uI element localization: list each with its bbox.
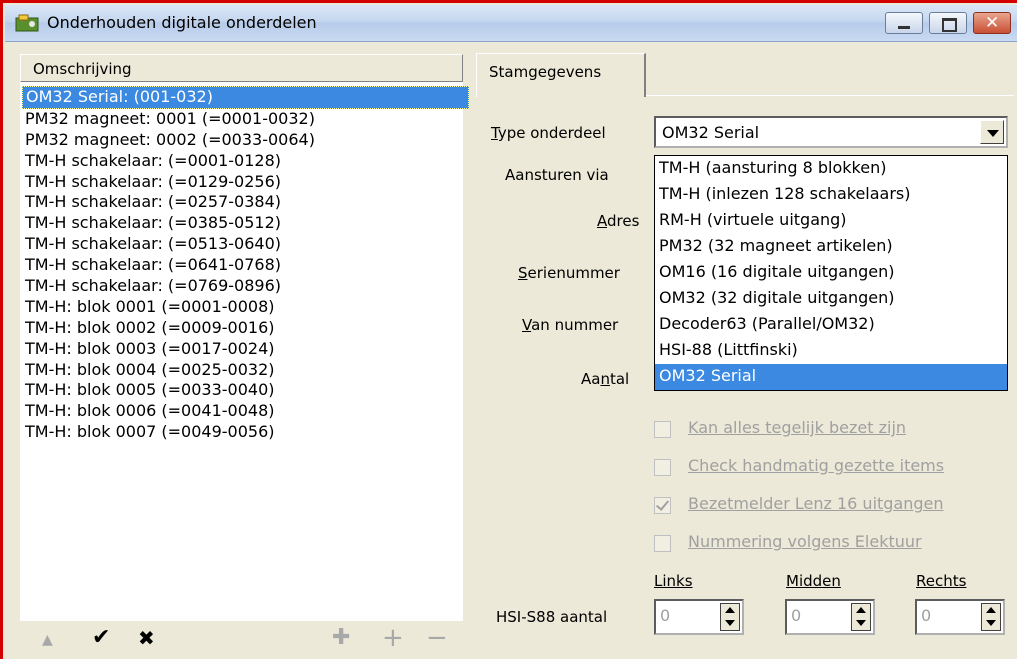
column-header-omschrijving[interactable]: Omschrijving (20, 54, 463, 82)
checkbox-label: Nummering volgens Elektuur (688, 532, 922, 551)
rechts-label: Rechts (916, 572, 967, 590)
serienummer-label: Serienummer (518, 264, 620, 282)
close-icon: ✕ (985, 13, 1000, 33)
dropdown-option[interactable]: RM-H (virtuele uitgang) (655, 208, 1007, 234)
aansturen-label: Aansturen via (505, 166, 609, 184)
cancel-button[interactable]: ✖ (138, 625, 155, 651)
list-toolbar: ▲ ✔ ✖ ✚ + − (20, 620, 463, 655)
list-item[interactable]: OM32 Serial: (001-032) (22, 86, 469, 109)
dropdown-option[interactable]: OM32 Serial (655, 364, 1007, 390)
checkbox-label: Kan alles tegelijk bezet zijn (688, 418, 907, 437)
chevron-down-icon[interactable] (980, 120, 1004, 144)
list-item[interactable]: TM-H schakelaar: (=0769-0896) (22, 276, 461, 297)
list-item[interactable]: TM-H: blok 0002 (=0009-0016) (22, 318, 461, 339)
dropdown-option[interactable]: OM32 (32 digitale uitgangen) (655, 286, 1007, 312)
van-nummer-label: Van nummer (522, 316, 619, 334)
type-dropdown-list[interactable]: TM-H (aansturing 8 blokken) TM-H (inlezen… (654, 155, 1008, 391)
rechts-spinner[interactable]: 0 (915, 599, 1005, 635)
dropdown-option[interactable]: TM-H (inlezen 128 schakelaars) (655, 182, 1007, 208)
list-item[interactable]: TM-H: blok 0003 (=0017-0024) (22, 339, 461, 360)
checkbox-label: Check handmatig gezette items (688, 456, 945, 475)
rechts-value: 0 (921, 606, 932, 625)
maximize-button[interactable] (929, 12, 967, 34)
aantal-label: Aantal (581, 370, 630, 388)
list-item[interactable]: PM32 magneet: 0001 (=0001-0032) (22, 109, 461, 130)
checkbox-box[interactable] (654, 459, 671, 476)
checkbox-box[interactable] (654, 535, 671, 552)
adres-label: Adres (597, 212, 640, 230)
move-up-button[interactable]: ▲ (42, 627, 53, 653)
tab-label: Stamgegevens (489, 63, 602, 81)
type-onderdeel-select[interactable]: OM32 Serial (654, 116, 1008, 148)
links-value: 0 (660, 606, 671, 625)
list-item[interactable]: TM-H schakelaar: (=0641-0768) (22, 255, 461, 276)
list-item[interactable]: TM-H schakelaar: (=0513-0640) (22, 234, 461, 255)
spinner-arrows-icon[interactable] (720, 603, 740, 631)
dropdown-option[interactable]: Decoder63 (Parallel/OM32) (655, 312, 1007, 338)
list-item[interactable]: TM-H: blok 0006 (=0041-0048) (22, 401, 461, 422)
checkbox-box[interactable] (654, 421, 671, 438)
title-bar[interactable]: Onderhouden digitale onderdelen ✕ (5, 5, 1017, 42)
midden-spinner[interactable]: 0 (785, 599, 875, 635)
list-item[interactable]: TM-H: blok 0001 (=0001-0008) (22, 297, 461, 318)
confirm-button[interactable]: ✔ (92, 625, 110, 651)
remove-button[interactable]: − (426, 625, 448, 651)
type-label: Type onderdeel (491, 124, 606, 142)
parts-list-pane: Omschrijving OM32 Serial: (001-032) PM32 … (20, 54, 469, 655)
checkbox-box[interactable] (654, 497, 671, 514)
window-title: Onderhouden digitale onderdelen (47, 13, 317, 32)
close-button[interactable]: ✕ (973, 12, 1011, 34)
tab-stamgegevens[interactable]: Stamgegevens (476, 53, 646, 97)
dropdown-option[interactable]: HSI-88 (Littfinski) (655, 338, 1007, 364)
list-item[interactable]: TM-H schakelaar: (=0129-0256) (22, 172, 461, 193)
checkbox-label: Bezetmelder Lenz 16 uitgangen (688, 494, 944, 513)
list-item[interactable]: PM32 magneet: 0002 (=0033-0064) (22, 130, 461, 151)
minimize-button[interactable] (885, 12, 923, 34)
app-icon (15, 14, 39, 32)
parts-list[interactable]: OM32 Serial: (001-032) PM32 magneet: 0001… (22, 86, 469, 443)
minimize-icon (898, 26, 910, 29)
spinner-arrows-icon[interactable] (981, 603, 1001, 631)
list-item[interactable]: TM-H schakelaar: (=0385-0512) (22, 213, 461, 234)
column-header-label: Omschrijving (33, 60, 132, 78)
midden-label: Midden (786, 572, 841, 590)
list-item[interactable]: TM-H schakelaar: (=0257-0384) (22, 192, 461, 213)
add-multiple-button[interactable]: ✚ (332, 625, 350, 651)
list-item[interactable]: TM-H: blok 0007 (=0049-0056) (22, 422, 461, 443)
list-item[interactable]: TM-H: blok 0004 (=0025-0032) (22, 360, 461, 381)
links-spinner[interactable]: 0 (654, 599, 744, 635)
dropdown-option[interactable]: OM16 (16 digitale uitgangen) (655, 260, 1007, 286)
hsi-s88-label: HSI-S88 aantal (496, 608, 608, 626)
maximize-icon (942, 18, 957, 32)
dropdown-option[interactable]: PM32 (32 magneet artikelen) (655, 234, 1007, 260)
tab-divider (646, 95, 1014, 96)
list-item[interactable]: TM-H: blok 0005 (=0033-0040) (22, 380, 461, 401)
add-button[interactable]: + (382, 625, 404, 651)
midden-value: 0 (791, 606, 802, 625)
list-item[interactable]: TM-H schakelaar: (=0001-0128) (22, 151, 461, 172)
links-label: Links (654, 572, 693, 590)
spinner-arrows-icon[interactable] (851, 603, 871, 631)
dropdown-option[interactable]: TM-H (aansturing 8 blokken) (655, 156, 1007, 182)
type-selected-value: OM32 Serial (662, 123, 760, 142)
